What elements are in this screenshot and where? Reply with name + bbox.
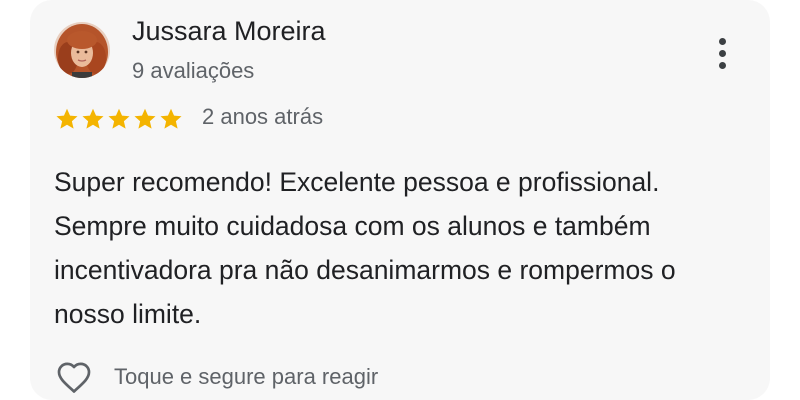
star-icon xyxy=(82,108,104,129)
react-hint: Toque e segure para reagir xyxy=(114,364,379,389)
author-name[interactable]: Jussara Moreira xyxy=(132,16,326,47)
more-vert-icon-dot xyxy=(719,62,726,69)
star-icon xyxy=(108,108,130,129)
profile-photo xyxy=(54,22,110,78)
more-options-button[interactable] xyxy=(708,34,738,74)
star-rating xyxy=(54,106,184,132)
star-icon xyxy=(160,108,182,129)
heart-outline-icon[interactable] xyxy=(54,360,94,396)
more-vert-icon xyxy=(719,38,726,45)
more-vert-icon-dot xyxy=(719,50,726,57)
review-text: Super recomendo! Excelente pessoa e prof… xyxy=(54,167,676,329)
review-date: 2 anos atrás xyxy=(202,104,324,129)
avatar[interactable] xyxy=(54,22,110,78)
review-count: 9 avaliações xyxy=(132,58,255,83)
star-icon xyxy=(134,108,156,129)
star-icon xyxy=(56,108,78,129)
